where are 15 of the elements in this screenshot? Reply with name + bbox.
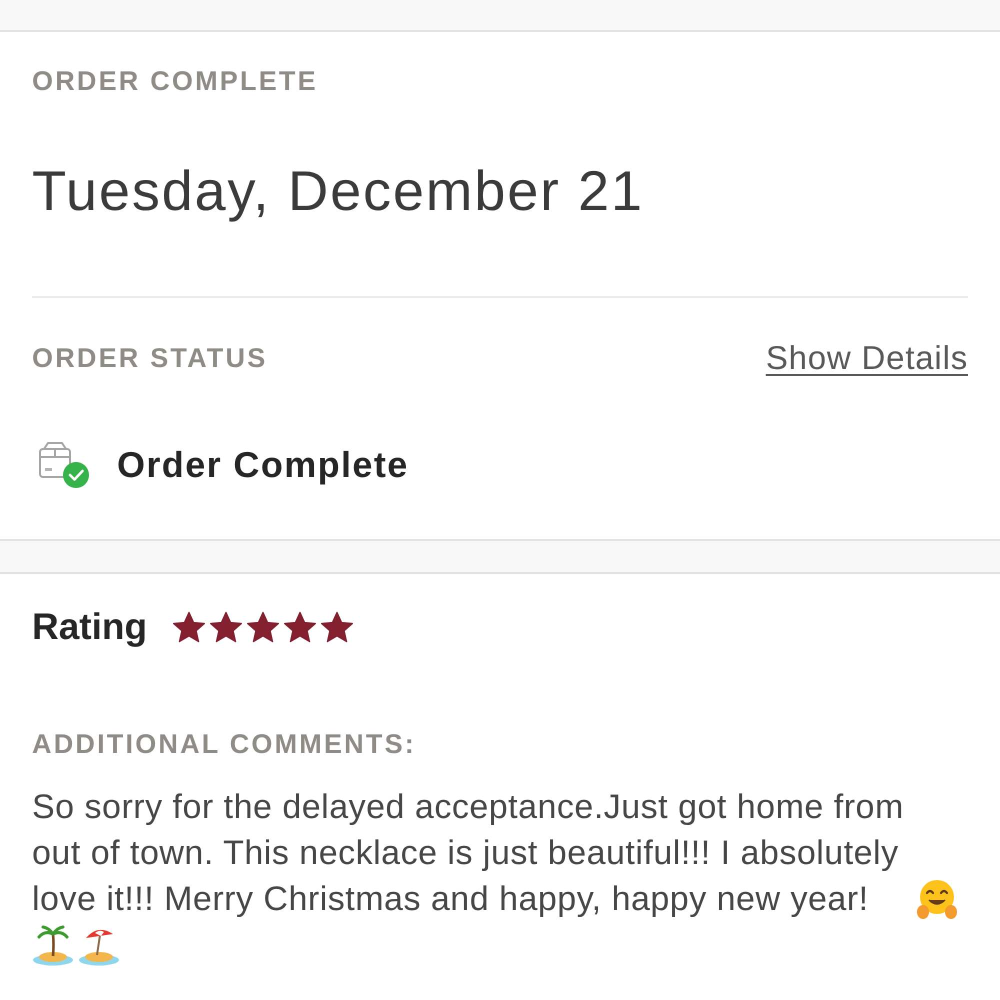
order-status-text: Order Complete [117, 444, 409, 486]
order-date: Tuesday, December 21 [32, 161, 645, 221]
order-status-heading: ORDER STATUS [32, 342, 268, 374]
star-icon [210, 611, 242, 643]
rating-label: Rating [32, 606, 148, 648]
star-icon [321, 611, 354, 643]
star-icon [173, 611, 206, 643]
comment-text: So sorry for the delayed acceptance.Just got home from out of town. This necklace is just beautiful!!! I absolutely love it!!! Merry Christmas and happy, happy new year! [32, 787, 905, 920]
palm-island-emoji-icon [32, 924, 74, 966]
star-icon [284, 611, 316, 643]
additional-comments-heading: ADDITIONAL COMMENTS: [32, 728, 417, 760]
hugging-face-emoji-icon [916, 878, 958, 920]
order-complete-heading: ORDER COMPLETE [32, 65, 319, 97]
show-details-link[interactable]: Show Details [766, 339, 968, 377]
star-icon [247, 611, 280, 643]
